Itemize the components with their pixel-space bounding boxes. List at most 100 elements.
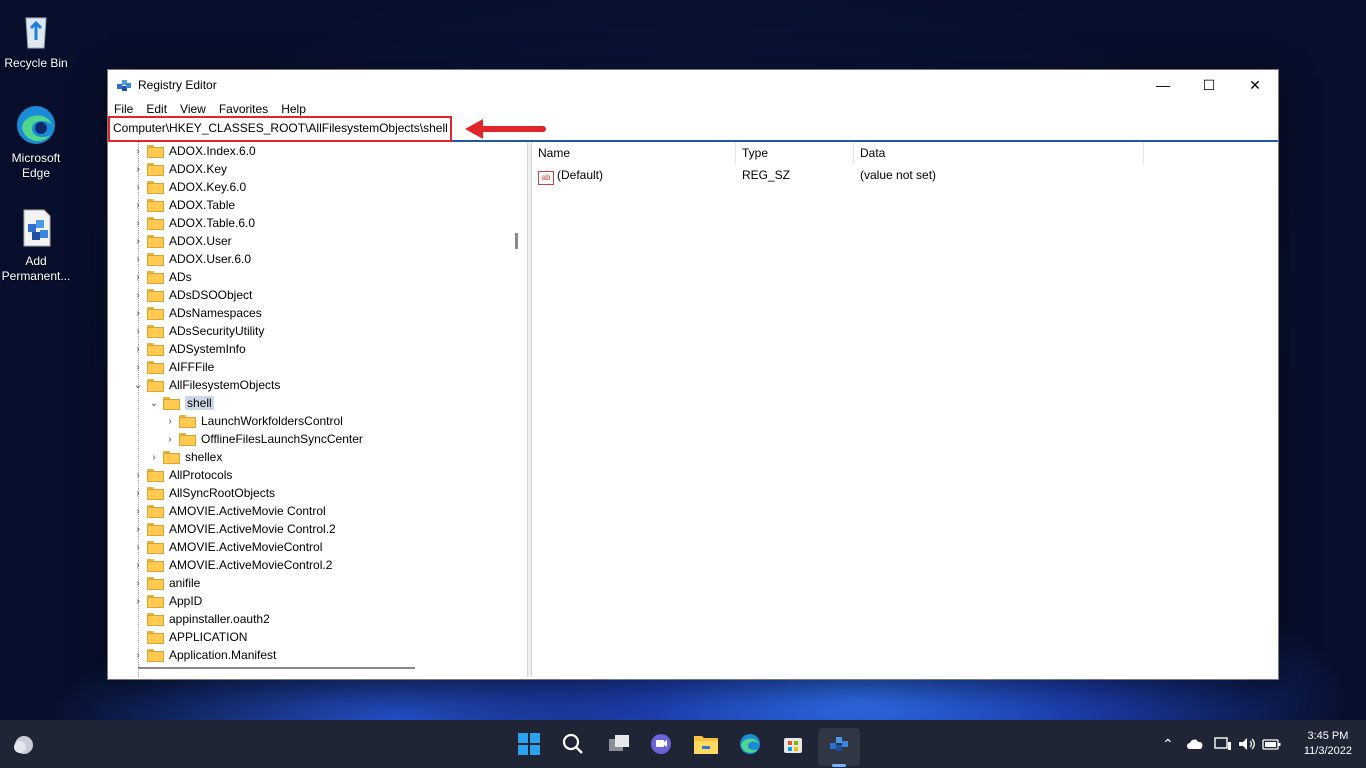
expand-chevron-icon[interactable]: › — [132, 524, 144, 535]
network-icon[interactable] — [1214, 720, 1232, 768]
tree-node[interactable]: appinstaller.oauth2 — [132, 610, 270, 628]
tree-node[interactable]: › shellex — [148, 448, 222, 466]
minimize-button[interactable]: — — [1140, 70, 1186, 100]
tree-horizontal-scrollbar[interactable] — [138, 667, 415, 669]
folder-icon — [147, 342, 164, 356]
tree-vertical-scrollbar-thumb[interactable] — [515, 233, 518, 249]
expand-chevron-icon[interactable]: › — [132, 470, 144, 481]
tree-node[interactable]: › ADOX.Key — [132, 160, 227, 178]
title-bar[interactable]: Registry Editor — ☐ ✕ — [108, 70, 1278, 100]
tree-node-label: ADs — [169, 270, 192, 284]
expand-chevron-icon[interactable]: › — [148, 452, 160, 463]
expand-chevron-icon[interactable]: › — [132, 596, 144, 607]
value-type: REG_SZ — [742, 168, 791, 182]
tree-node[interactable]: › AppID — [132, 592, 202, 610]
tree-node[interactable]: › AllSyncRootObjects — [132, 484, 275, 502]
tree-node[interactable]: › OfflineFilesLaunchSyncCenter — [164, 430, 363, 448]
collapse-chevron-icon[interactable]: ⌄ — [132, 380, 144, 391]
expand-chevron-icon[interactable]: › — [132, 290, 144, 301]
expand-chevron-icon[interactable]: › — [132, 236, 144, 247]
expand-chevron-icon[interactable]: › — [132, 308, 144, 319]
tree-node[interactable]: › Application.Manifest — [132, 646, 276, 664]
folder-icon — [147, 558, 164, 572]
column-header-data[interactable]: Data — [854, 142, 1144, 164]
tree-node-label: LaunchWorkfoldersControl — [201, 414, 343, 428]
tree-node[interactable]: › LaunchWorkfoldersControl — [164, 412, 343, 430]
maximize-button[interactable]: ☐ — [1186, 70, 1232, 100]
chat-icon[interactable] — [645, 728, 677, 760]
tree-node[interactable]: › ADs — [132, 268, 192, 286]
value-row-default-name[interactable]: ab (Default) — [538, 168, 603, 185]
folder-icon — [147, 540, 164, 554]
menu-favorites[interactable]: Favorites — [219, 102, 268, 116]
taskbar-clock[interactable]: 3:45 PM 11/3/2022 — [1304, 729, 1352, 759]
expand-chevron-icon[interactable]: › — [132, 218, 144, 229]
tree-node[interactable]: › ADOX.Index.6.0 — [132, 142, 255, 160]
tree-node[interactable]: › ADOX.Key.6.0 — [132, 178, 246, 196]
menu-view[interactable]: View — [180, 102, 206, 116]
string-value-icon: ab — [538, 171, 554, 185]
collapse-chevron-icon[interactable]: ⌄ — [148, 398, 160, 409]
expand-chevron-icon[interactable]: › — [132, 326, 144, 337]
registry-tree[interactable]: › ADOX.Index.6.0 › ADOX.Key › ADOX.Key.6.0 › AD… — [108, 142, 525, 677]
tree-node[interactable]: › ADsSecurityUtility — [132, 322, 264, 340]
expand-chevron-icon[interactable]: › — [132, 200, 144, 211]
expand-chevron-icon[interactable]: › — [132, 488, 144, 499]
expand-chevron-icon[interactable]: › — [132, 146, 144, 157]
expand-chevron-icon[interactable]: › — [132, 344, 144, 355]
menu-help[interactable]: Help — [281, 102, 306, 116]
expand-chevron-icon[interactable]: › — [132, 182, 144, 193]
tree-node[interactable]: › AIFFFile — [132, 358, 214, 376]
value-data: (value not set) — [860, 168, 937, 182]
weather-widget-icon[interactable] — [8, 728, 40, 760]
menu-file[interactable]: File — [114, 102, 133, 116]
tree-node[interactable]: › ADOX.Table.6.0 — [132, 214, 255, 232]
expand-chevron-icon[interactable]: › — [164, 416, 176, 427]
tree-node[interactable]: › AMOVIE.ActiveMovieControl — [132, 538, 322, 556]
taskbar: ⌃ 3:45 PM 11/3/2022 — [0, 720, 1366, 768]
battery-icon[interactable] — [1262, 720, 1282, 768]
tree-node[interactable]: › ADOX.Table — [132, 196, 235, 214]
onedrive-icon[interactable] — [1186, 720, 1204, 768]
tree-node[interactable]: › AllProtocols — [132, 466, 232, 484]
task-view-icon[interactable] — [603, 728, 635, 760]
tree-node[interactable]: › ADSystemInfo — [132, 340, 245, 358]
expand-chevron-icon[interactable]: › — [132, 506, 144, 517]
menu-edit[interactable]: Edit — [146, 102, 167, 116]
edge-taskbar-icon[interactable] — [734, 728, 766, 760]
expand-chevron-icon[interactable]: › — [132, 650, 144, 661]
tree-node[interactable]: › ADsNamespaces — [132, 304, 261, 322]
tree-node[interactable]: › ADOX.User.6.0 — [132, 250, 251, 268]
desktop-icon-edge[interactable]: Microsoft Edge — [0, 103, 72, 181]
tree-node[interactable]: › AMOVIE.ActiveMovie Control.2 — [132, 520, 335, 538]
microsoft-store-icon[interactable] — [777, 728, 809, 760]
file-explorer-icon[interactable] — [690, 728, 722, 760]
tray-overflow-chevron-icon[interactable]: ⌃ — [1162, 720, 1174, 768]
search-icon[interactable] — [557, 728, 589, 760]
expand-chevron-icon[interactable]: › — [164, 434, 176, 445]
expand-chevron-icon[interactable]: › — [132, 362, 144, 373]
tree-node[interactable]: › ADOX.User — [132, 232, 231, 250]
expand-chevron-icon[interactable]: › — [132, 254, 144, 265]
column-header-type[interactable]: Type — [736, 142, 854, 164]
tree-node[interactable]: APPLICATION — [132, 628, 247, 646]
desktop-icon-recycle-bin[interactable]: Recycle Bin — [0, 8, 72, 71]
tree-node[interactable]: › anifile — [132, 574, 200, 592]
tree-node[interactable]: ⌄ AllFilesystemObjects — [132, 376, 281, 394]
expand-chevron-icon[interactable]: › — [132, 542, 144, 553]
expand-chevron-icon[interactable]: › — [132, 164, 144, 175]
registry-editor-taskbar-icon[interactable] — [823, 728, 855, 760]
start-icon[interactable] — [513, 728, 545, 760]
desktop-icon-add-permanent[interactable]: Add Permanent... — [0, 206, 72, 284]
volume-icon[interactable] — [1238, 720, 1256, 768]
folder-icon — [147, 306, 164, 320]
expand-chevron-icon[interactable]: › — [132, 578, 144, 589]
tree-node[interactable]: › ADsDSOObject — [132, 286, 252, 304]
tree-node[interactable]: › AMOVIE.ActiveMovie Control — [132, 502, 325, 520]
close-button[interactable]: ✕ — [1232, 70, 1278, 100]
expand-chevron-icon[interactable]: › — [132, 560, 144, 571]
tree-node[interactable]: › AMOVIE.ActiveMovieControl.2 — [132, 556, 332, 574]
expand-chevron-icon[interactable]: › — [132, 272, 144, 283]
column-header-name[interactable]: Name — [532, 142, 736, 164]
tree-node[interactable]: ⌄ shell — [148, 394, 214, 412]
